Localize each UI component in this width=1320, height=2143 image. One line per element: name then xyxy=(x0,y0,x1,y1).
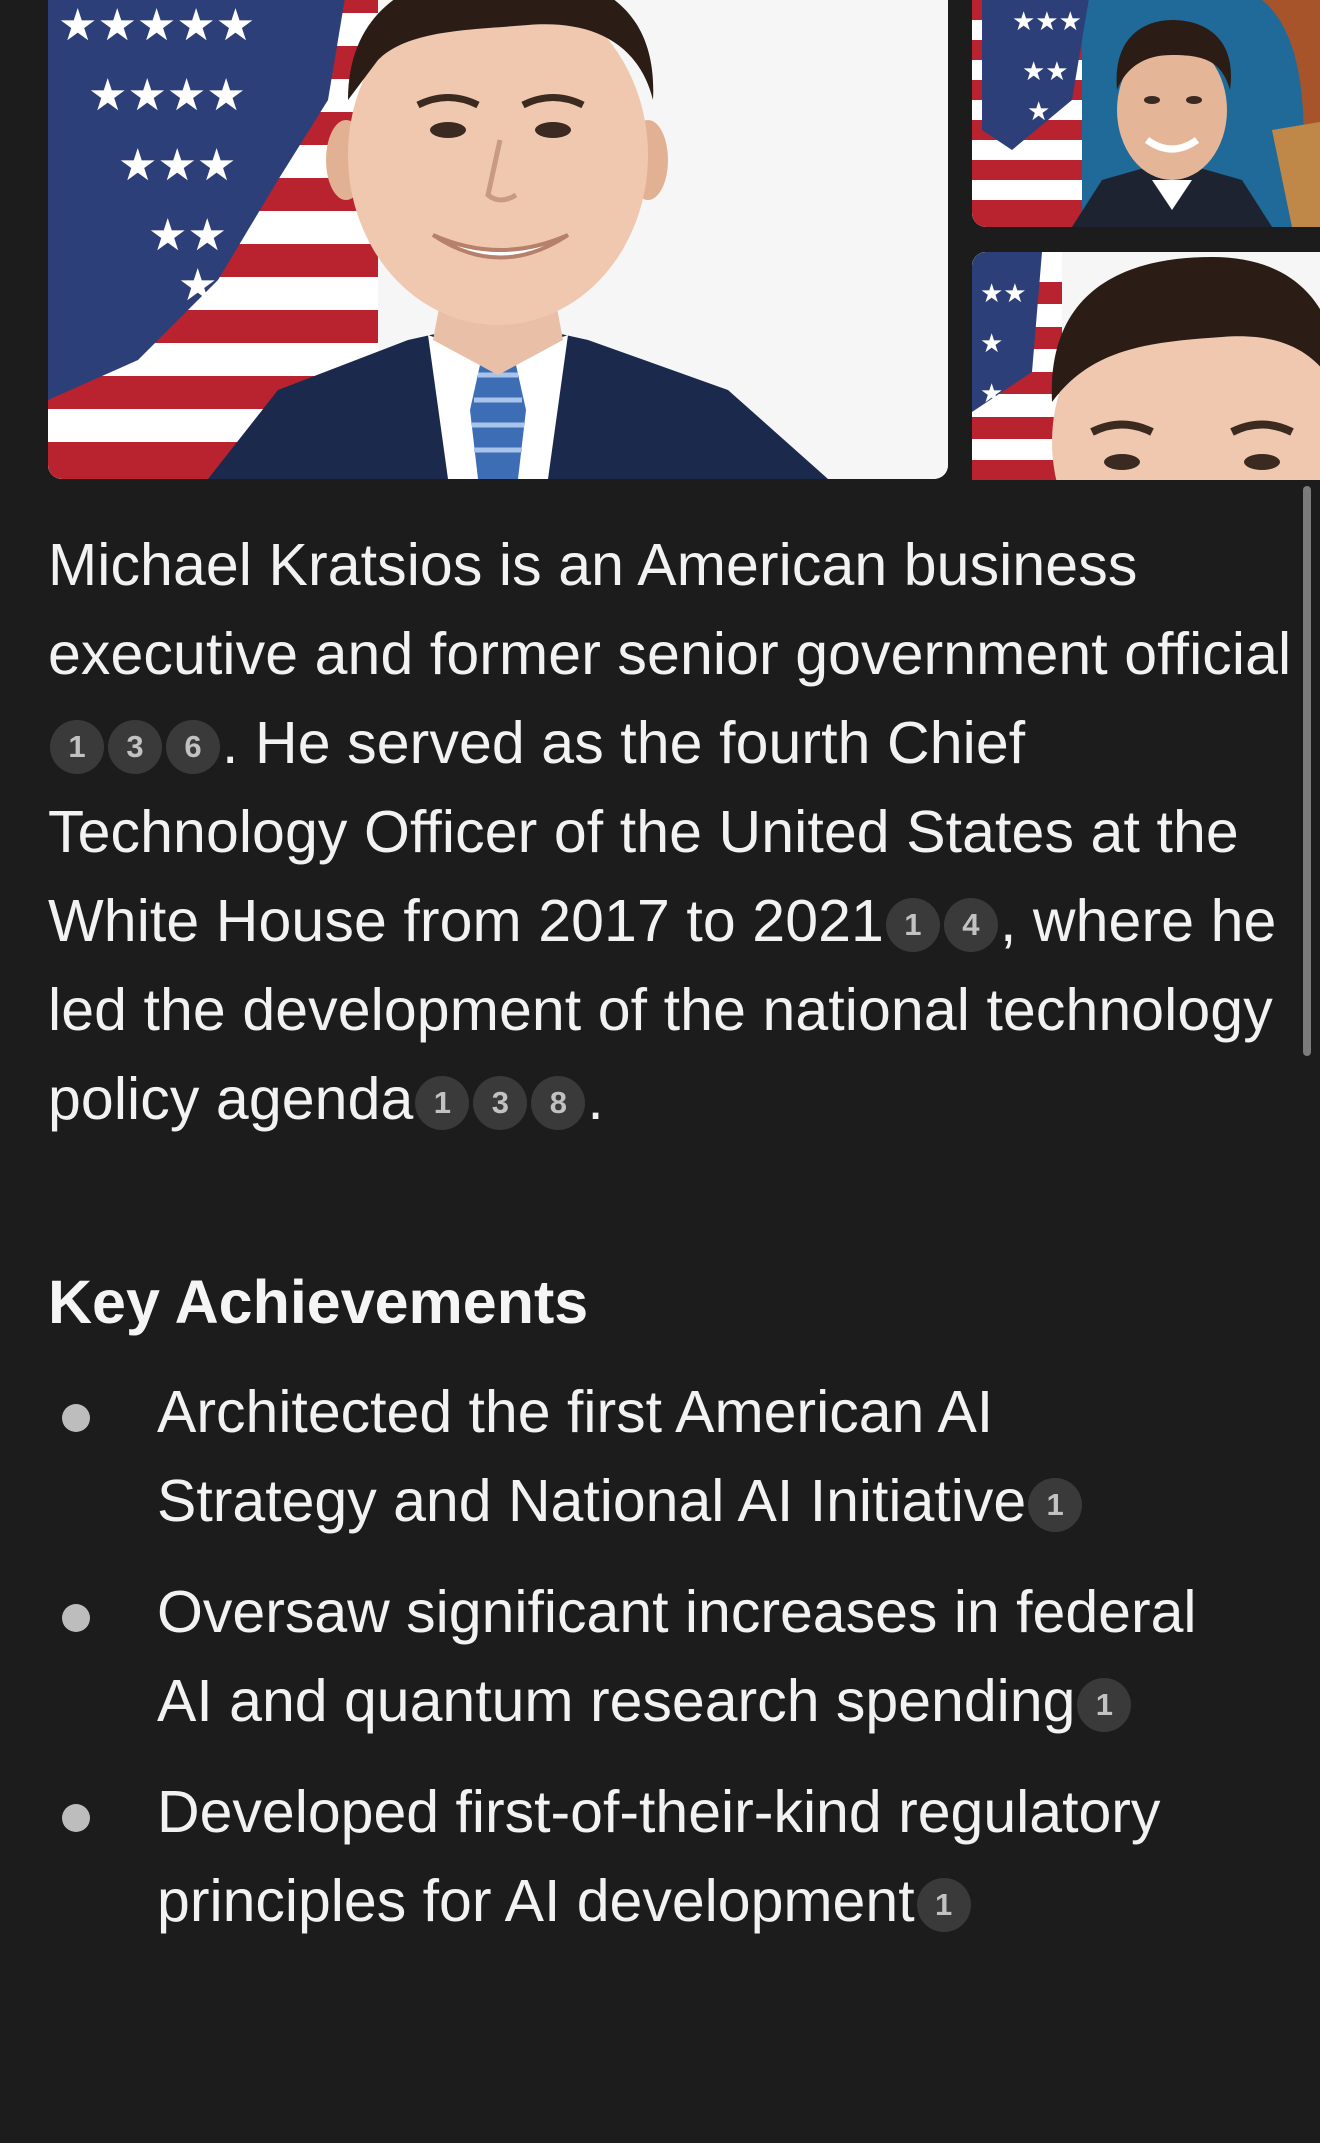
achievements-list: Architected the first American AI Strate… xyxy=(0,1368,1320,1968)
citation-badge[interactable]: 1 xyxy=(415,1075,470,1130)
svg-text:★★★★: ★★★★ xyxy=(88,70,246,121)
bullet-icon xyxy=(62,1804,90,1832)
svg-text:★★: ★★ xyxy=(148,210,227,261)
bullet-icon xyxy=(62,1604,90,1632)
summary-text-4: . xyxy=(587,1066,604,1132)
vertical-scrollbar[interactable] xyxy=(1303,486,1311,1056)
list-item-text: Oversaw significant increases in federal… xyxy=(157,1579,1197,1734)
list-item: Developed first-of-their-kind regulatory… xyxy=(0,1768,1217,1946)
list-item: Oversaw significant increases in federal… xyxy=(0,1568,1217,1746)
bullet-icon xyxy=(62,1404,90,1432)
svg-text:★★★: ★★★ xyxy=(118,140,236,191)
portrait-main-image[interactable]: ★★★★★ ★★★★ ★★★ ★★ ★ xyxy=(48,0,948,479)
citation-badge[interactable]: 1 xyxy=(1077,1677,1132,1732)
list-item-text: Architected the first American AI Strate… xyxy=(157,1379,1027,1534)
citation-badge[interactable]: 1 xyxy=(885,897,940,952)
summary-paragraph: Michael Kratsios is an American business… xyxy=(48,521,1293,1144)
svg-text:★★: ★★ xyxy=(980,279,1027,309)
svg-text:★: ★ xyxy=(980,329,1003,359)
list-item: Architected the first American AI Strate… xyxy=(0,1368,1217,1546)
citation-badge[interactable]: 4 xyxy=(943,897,998,952)
portrait-thumb-bottom-image[interactable]: ★★ ★ ★ xyxy=(972,252,1320,480)
svg-text:★★★: ★★★ xyxy=(1012,7,1082,37)
svg-text:★★: ★★ xyxy=(1022,57,1069,87)
citation-badge[interactable]: 1 xyxy=(50,719,104,774)
list-item-text: Developed first-of-their-kind regulatory… xyxy=(157,1779,1161,1934)
citation-badge[interactable]: 3 xyxy=(108,719,162,774)
portrait-main-illustration: ★★★★★ ★★★★ ★★★ ★★ ★ xyxy=(48,0,948,479)
portrait-thumb-top-illustration: ★★★ ★★ ★ xyxy=(972,0,1320,227)
svg-text:★: ★ xyxy=(980,379,1003,409)
summary-text-1: Michael Kratsios is an American business… xyxy=(48,532,1292,687)
citation-badge[interactable]: 8 xyxy=(531,1075,586,1130)
citation-badge[interactable]: 3 xyxy=(473,1075,528,1130)
citation-badge[interactable]: 6 xyxy=(166,719,220,774)
portrait-thumb-bottom-illustration: ★★ ★ ★ xyxy=(972,252,1320,480)
section-heading: Key Achievements xyxy=(48,1268,589,1336)
image-gallery: ★★★★★ ★★★★ ★★★ ★★ ★ ★★★ ★★ ★ ★★ ★ ★ xyxy=(0,0,1320,480)
svg-text:★: ★ xyxy=(178,260,217,311)
portrait-thumb-top-image[interactable]: ★★★ ★★ ★ xyxy=(972,0,1320,227)
citation-badge[interactable]: 1 xyxy=(1028,1477,1083,1532)
svg-text:★: ★ xyxy=(1027,97,1050,127)
citation-badge[interactable]: 1 xyxy=(916,1877,971,1932)
svg-text:★★★★★: ★★★★★ xyxy=(58,0,255,51)
